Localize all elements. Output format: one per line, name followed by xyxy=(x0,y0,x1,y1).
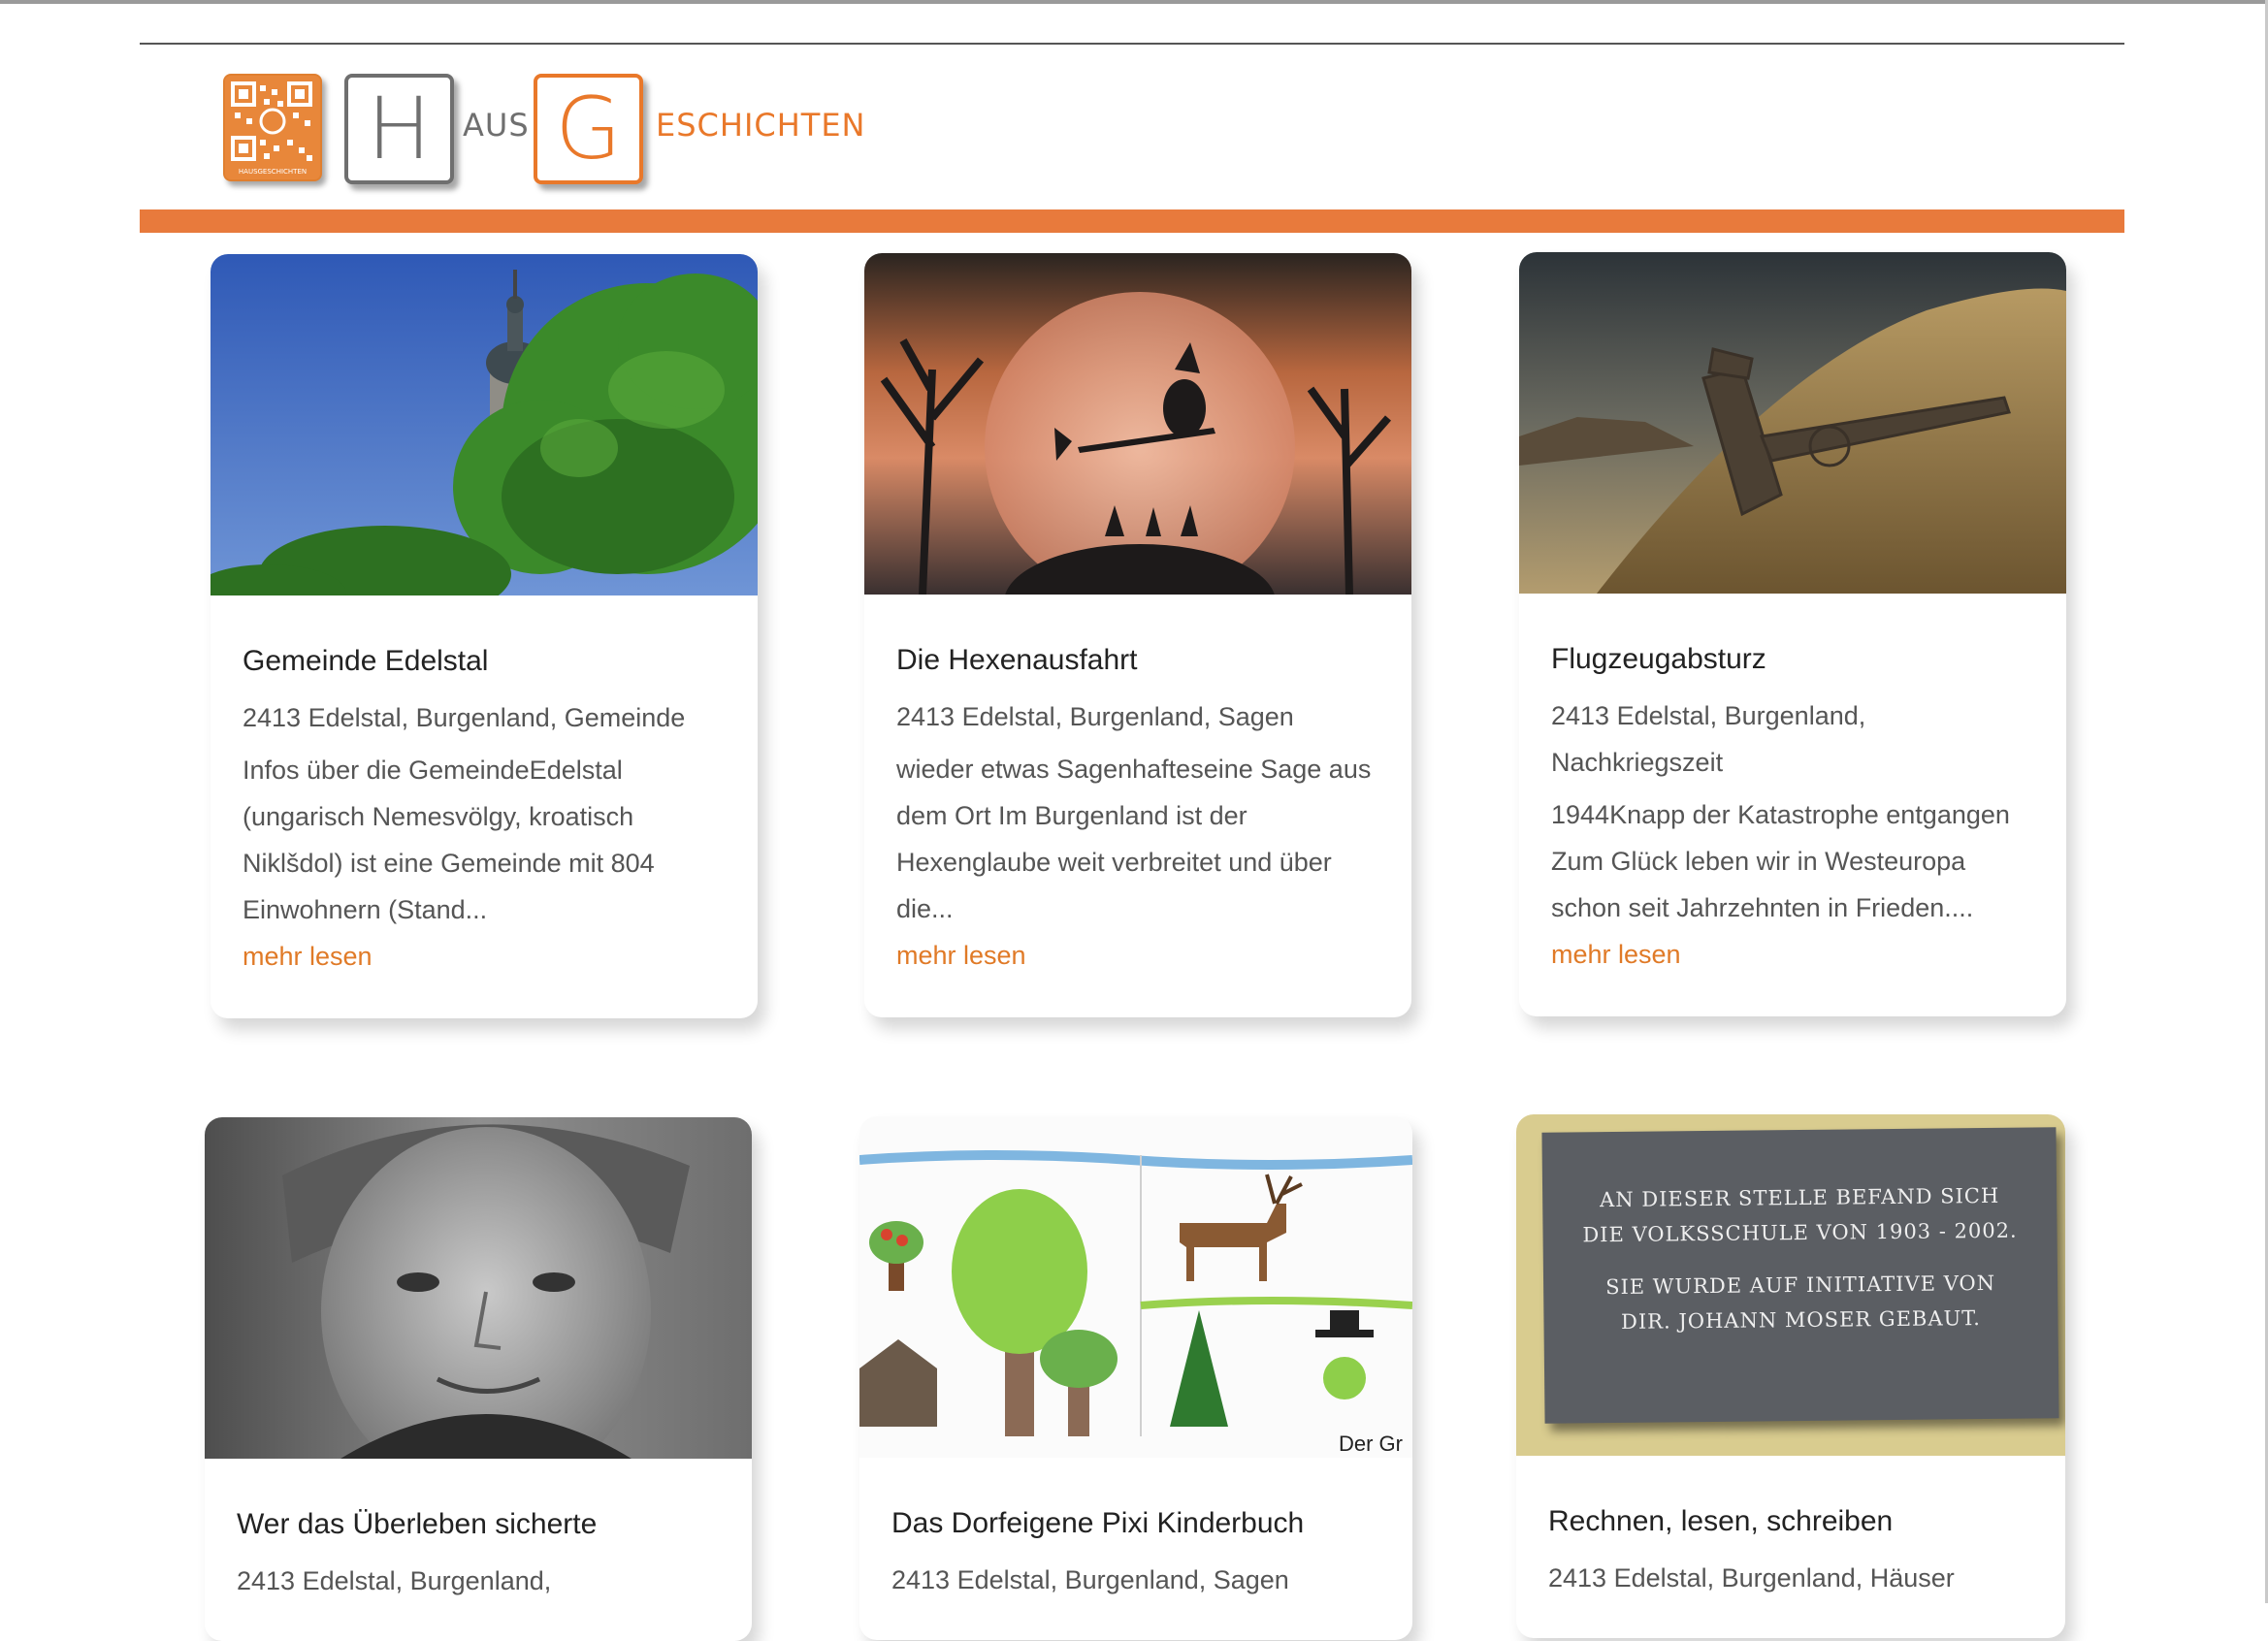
scan-edge-top xyxy=(0,0,2268,4)
logo-letter-g[interactable]: G xyxy=(534,74,643,184)
card-meta: 2413 Edelstal, Burgenland, xyxy=(237,1566,552,1595)
qr-caption-text: HAUSGESCHICHTEN xyxy=(239,168,307,176)
memorial-plaque: AN DIESER STELLE BEFAND SICH DIE VOLKSSC… xyxy=(1541,1127,2059,1424)
card-excerpt: wieder etwas Sagenhafteseine Sage aus de… xyxy=(896,755,1372,923)
witch-sunset-painting-icon[interactable] xyxy=(864,253,1411,595)
card-title[interactable]: Gemeinde Edelstal xyxy=(243,642,726,681)
story-card[interactable]: Flugzeugabsturz 2413 Edelstal, Burgenlan… xyxy=(1519,252,2066,1016)
elderly-woman-portrait-icon[interactable] xyxy=(205,1117,752,1459)
read-more-link[interactable]: mehr lesen xyxy=(1551,931,2034,978)
story-card[interactable]: Wer das Überleben sicherte 2413 Edelstal… xyxy=(205,1117,752,1641)
read-more-link[interactable]: mehr lesen xyxy=(243,933,726,980)
card-title[interactable]: Flugzeugabsturz xyxy=(1551,640,2034,679)
card-title[interactable]: Wer das Überleben sicherte xyxy=(237,1505,720,1544)
memorial-plaque-photo-icon[interactable]: AN DIESER STELLE BEFAND SICH DIE VOLKSSC… xyxy=(1516,1114,2065,1456)
read-more-link[interactable]: mehr lesen xyxy=(896,932,1379,979)
plaque-line: SIE WURDE AUF INITIATIVE VON xyxy=(1605,1271,1996,1300)
card-meta: 2413 Edelstal, Burgenland, Häuser xyxy=(1548,1563,1955,1593)
header-orange-band xyxy=(140,209,2124,233)
header-top-rule xyxy=(140,43,2124,45)
plaque-line: DIR. JOHANN MOSER GEBAUT. xyxy=(1620,1306,1981,1334)
image-caption: Der Gr xyxy=(1339,1432,1403,1456)
plaque-line: AN DIESER STELLE BEFAND SICH xyxy=(1599,1183,2000,1212)
children-drawing-icon[interactable]: Der Gr xyxy=(859,1116,1412,1458)
story-card[interactable]: AN DIESER STELLE BEFAND SICH DIE VOLKSSC… xyxy=(1516,1114,2065,1638)
plane-wreck-photo-icon[interactable] xyxy=(1519,252,2066,594)
logo-word-eschichten: ESCHICHTEN xyxy=(656,107,866,144)
church-tower-photo-icon[interactable] xyxy=(211,254,758,595)
card-meta: 2413 Edelstal, Burgenland, Nachkriegszei… xyxy=(1551,701,1866,777)
qr-code-logo-icon[interactable]: HAUSGESCHICHTEN xyxy=(223,74,322,181)
story-card[interactable]: Der Gr Das Dorfeigene Pixi Kinderbuch 24… xyxy=(859,1116,1412,1640)
plaque-line: DIE VOLKSSCHULE VON 1903 - 2002. xyxy=(1582,1218,2018,1247)
card-title[interactable]: Das Dorfeigene Pixi Kinderbuch xyxy=(891,1504,1380,1543)
card-title[interactable]: Rechnen, lesen, schreiben xyxy=(1548,1502,2033,1541)
card-meta: 2413 Edelstal, Burgenland, Sagen xyxy=(891,1565,1289,1594)
card-meta: 2413 Edelstal, Burgenland, Gemeinde xyxy=(243,703,686,732)
card-meta: 2413 Edelstal, Burgenland, Sagen xyxy=(896,702,1294,731)
logo-word-aus: AUS xyxy=(463,107,530,144)
card-excerpt: 1944Knapp der Katastrophe entgangen Zum … xyxy=(1551,800,2010,922)
logo-letter-h[interactable]: H xyxy=(344,74,454,184)
story-card[interactable]: Gemeinde Edelstal 2413 Edelstal, Burgenl… xyxy=(211,254,758,1018)
story-card[interactable]: Die Hexenausfahrt 2413 Edelstal, Burgenl… xyxy=(864,253,1411,1017)
card-excerpt: Infos über die GemeindeEdelstal (ungaris… xyxy=(243,756,655,924)
card-title[interactable]: Die Hexenausfahrt xyxy=(896,641,1379,680)
